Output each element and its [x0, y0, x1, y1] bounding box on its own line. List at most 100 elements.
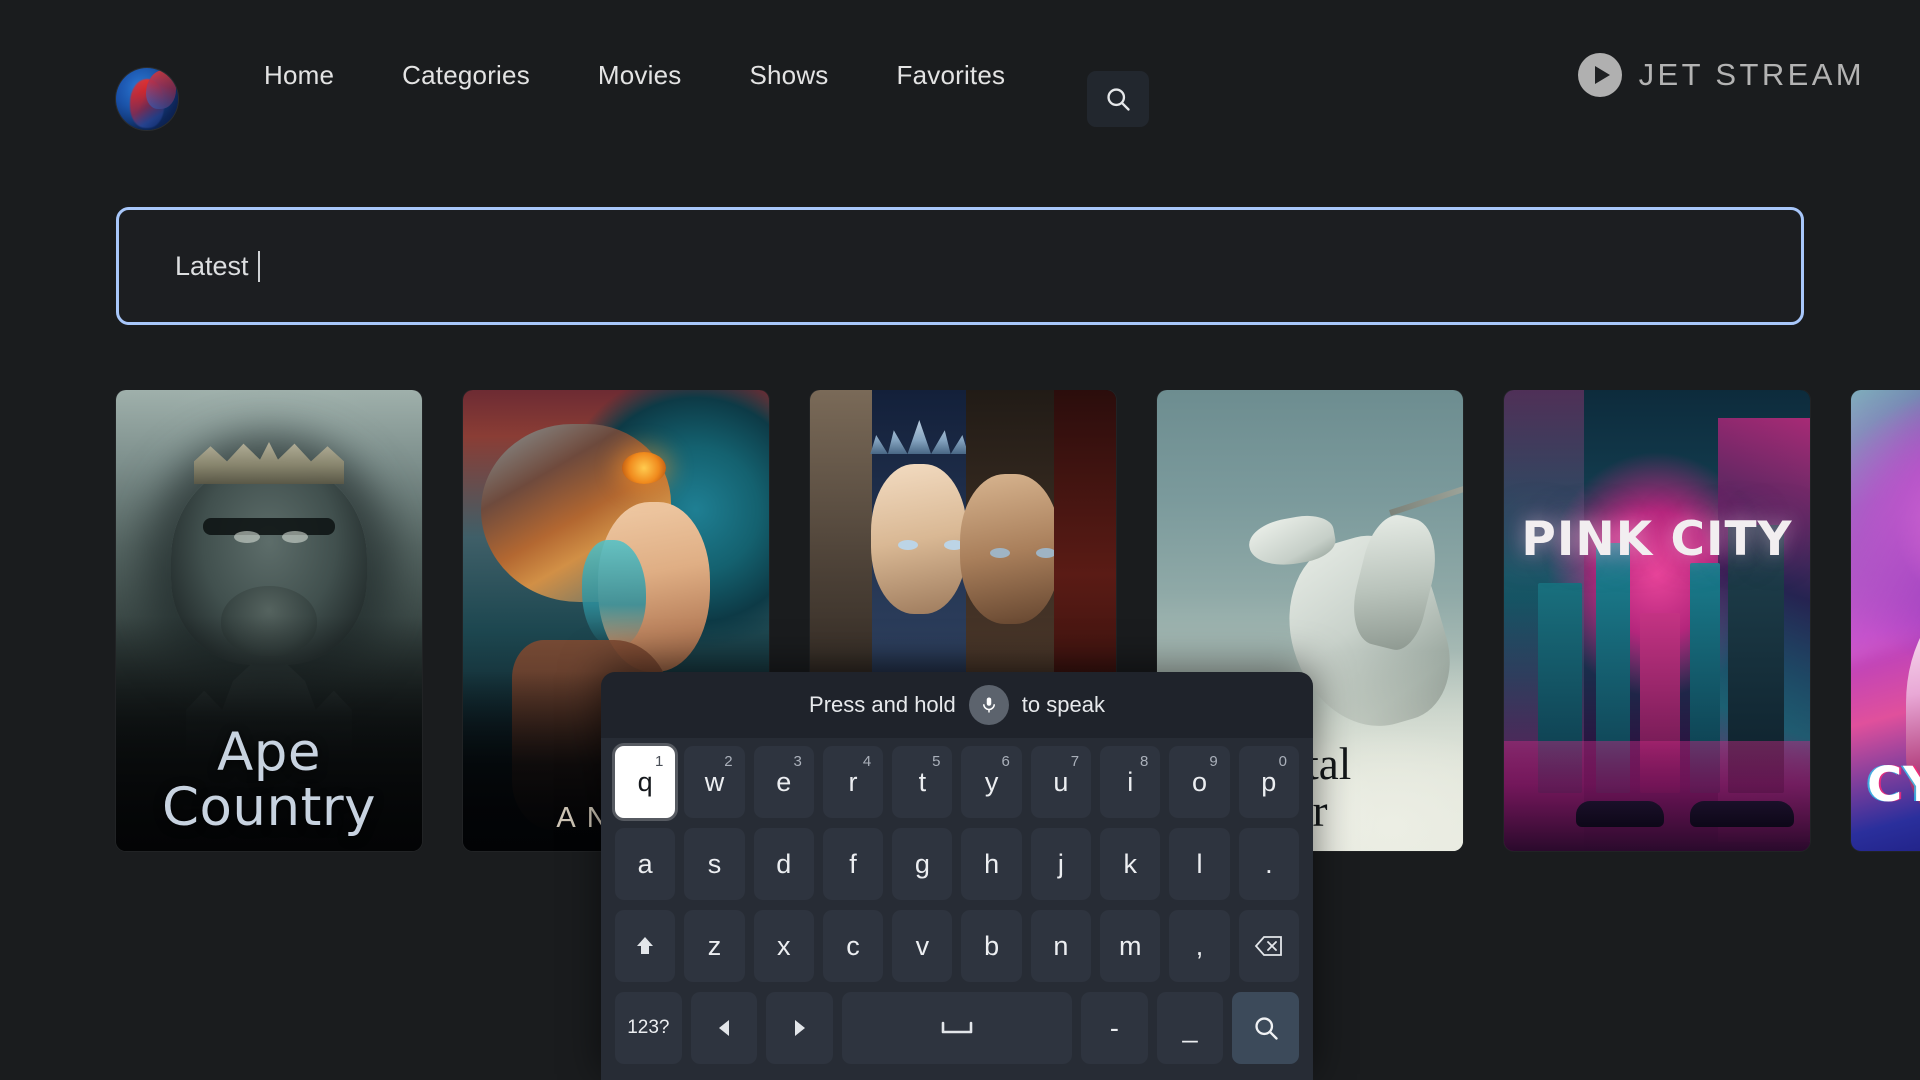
- key-backspace[interactable]: [1238, 910, 1299, 982]
- nav-item-home[interactable]: Home: [230, 60, 368, 91]
- key-sup: 7: [1070, 753, 1080, 770]
- text-caret: [257, 250, 260, 282]
- keyboard-row-3: z x c v b n m ,: [615, 910, 1299, 982]
- key-sup: 9: [1209, 753, 1218, 770]
- backspace-icon: [1254, 936, 1282, 956]
- poster-card-cy[interactable]: CY: [1851, 390, 1920, 851]
- onscreen-keyboard: Press and hold to speak q1 w2 e3 r4 t5 y…: [601, 672, 1313, 1080]
- poster-title: CY: [1867, 757, 1920, 813]
- key-shift[interactable]: [615, 910, 676, 982]
- space-icon: [941, 1021, 973, 1034]
- key-sup: 0: [1278, 753, 1287, 770]
- key-t[interactable]: t5: [892, 746, 953, 818]
- key-f[interactable]: f: [822, 828, 884, 900]
- search-input-value: Latest: [175, 250, 249, 281]
- key-e[interactable]: e3: [753, 746, 814, 818]
- avatar[interactable]: [116, 68, 178, 130]
- key-a[interactable]: a: [615, 828, 676, 900]
- poster-title-line-2: Country: [161, 776, 377, 838]
- key-sup: 6: [1001, 753, 1010, 770]
- key-y[interactable]: y6: [961, 746, 1022, 818]
- key-label: o: [1192, 766, 1208, 797]
- poster-card-pink-city[interactable]: PINK CITY: [1504, 390, 1810, 851]
- key-label: t: [918, 766, 927, 797]
- key-sup: 3: [793, 753, 802, 770]
- key-l[interactable]: l: [1169, 828, 1230, 900]
- key-comma[interactable]: ,: [1169, 910, 1230, 982]
- search-input[interactable]: Latest: [116, 207, 1804, 325]
- microphone-button[interactable]: [968, 685, 1009, 725]
- key-arrow-left[interactable]: [690, 992, 758, 1064]
- key-n[interactable]: n: [1030, 910, 1092, 982]
- key-sup: 1: [654, 753, 664, 770]
- voice-prompt-prefix: Press and hold: [809, 692, 956, 717]
- key-label: q: [637, 766, 653, 797]
- key-c[interactable]: c: [822, 910, 884, 982]
- poster-art: [1504, 390, 1810, 851]
- key-sup: 2: [724, 753, 733, 770]
- nav-item-movies[interactable]: Movies: [564, 60, 716, 91]
- avatar-shade: [116, 68, 178, 130]
- key-g[interactable]: g: [892, 828, 953, 900]
- key-k[interactable]: k: [1100, 828, 1161, 900]
- key-label: w: [704, 766, 725, 797]
- header-search-button[interactable]: [1087, 71, 1149, 127]
- poster-card-ape-country[interactable]: Ape Country: [116, 390, 422, 851]
- key-i[interactable]: i8: [1100, 746, 1161, 818]
- key-d[interactable]: d: [753, 828, 814, 900]
- voice-prompt: Press and hold to speak: [601, 672, 1313, 738]
- keyboard-keys: q1 w2 e3 r4 t5 y6 u7 i8 o9 p0 a s d f g …: [601, 738, 1313, 1080]
- search-icon: [1255, 1017, 1278, 1040]
- poster-title-line-1: Ape: [216, 721, 321, 783]
- keyboard-row-4: 123? - _: [615, 992, 1300, 1064]
- key-underscore[interactable]: _: [1156, 992, 1224, 1064]
- key-u[interactable]: u7: [1030, 746, 1092, 818]
- key-period[interactable]: .: [1238, 828, 1299, 900]
- microphone-icon: [982, 697, 995, 713]
- nav-item-shows[interactable]: Shows: [715, 60, 862, 91]
- arrow-right-icon: [794, 1020, 805, 1036]
- key-label: y: [984, 766, 999, 797]
- key-label: e: [776, 766, 792, 797]
- app-header: Home Categories Movies Shows Favorites J…: [0, 0, 1920, 150]
- key-q[interactable]: q1: [615, 746, 676, 818]
- key-x[interactable]: x: [753, 910, 814, 982]
- main-nav: Home Categories Movies Shows Favorites: [230, 0, 1039, 150]
- key-sup: 5: [932, 753, 941, 770]
- key-label: i: [1127, 766, 1134, 797]
- keyboard-row-1: q1 w2 e3 r4 t5 y6 u7 i8 o9 p0: [615, 746, 1299, 818]
- key-r[interactable]: r4: [822, 746, 884, 818]
- brand-logo[interactable]: JET STREAM: [1577, 0, 1865, 150]
- key-o[interactable]: o9: [1169, 746, 1230, 818]
- key-v[interactable]: v: [892, 910, 953, 982]
- key-p[interactable]: p0: [1238, 746, 1299, 818]
- key-label: p: [1261, 766, 1277, 797]
- key-arrow-right[interactable]: [766, 992, 834, 1064]
- key-sup: 4: [862, 753, 872, 770]
- brand-name: JET STREAM: [1638, 57, 1865, 92]
- key-label: u: [1053, 766, 1069, 797]
- key-b[interactable]: b: [961, 910, 1022, 982]
- voice-prompt-suffix: to speak: [1021, 692, 1105, 717]
- shift-icon: [637, 937, 654, 954]
- key-h[interactable]: h: [961, 828, 1022, 900]
- key-symbols[interactable]: 123?: [615, 992, 682, 1064]
- key-hyphen[interactable]: -: [1081, 992, 1148, 1064]
- key-search-submit[interactable]: [1232, 992, 1300, 1064]
- key-sup: 8: [1140, 753, 1149, 770]
- arrow-left-icon: [719, 1020, 729, 1036]
- key-m[interactable]: m: [1100, 910, 1161, 982]
- key-j[interactable]: j: [1030, 828, 1092, 900]
- poster-title: PINK CITY: [1521, 512, 1793, 567]
- search-icon: [1107, 88, 1130, 111]
- nav-item-favorites[interactable]: Favorites: [863, 60, 1040, 91]
- key-space[interactable]: [842, 992, 1073, 1064]
- key-label: r: [848, 766, 858, 797]
- key-z[interactable]: z: [684, 910, 745, 982]
- nav-item-categories[interactable]: Categories: [368, 60, 564, 91]
- play-triangle-icon: [1594, 66, 1610, 84]
- key-s[interactable]: s: [684, 828, 745, 900]
- key-w[interactable]: w2: [684, 746, 745, 818]
- keyboard-row-2: a s d f g h j k l .: [615, 828, 1299, 900]
- poster-title: Ape Country: [116, 725, 422, 851]
